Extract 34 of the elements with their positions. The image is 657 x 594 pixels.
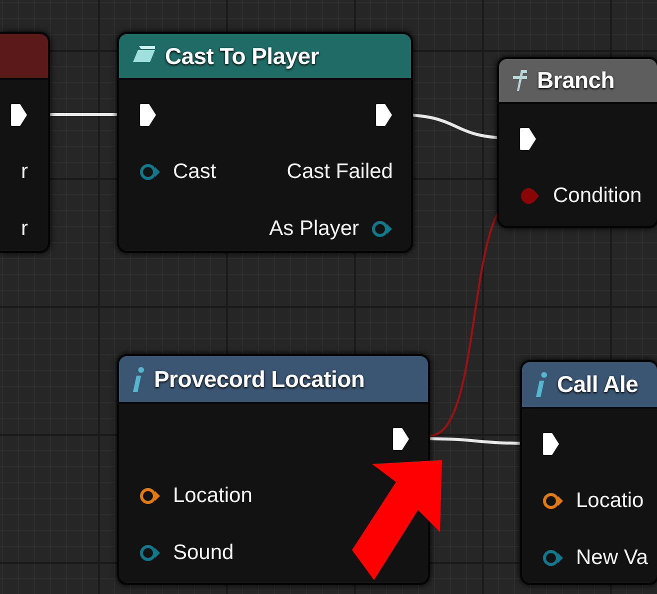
pin-label: Sound [173, 540, 234, 566]
data-pin[interactable] [139, 162, 161, 182]
exec-pin[interactable] [139, 102, 157, 126]
pin-label: As Player [269, 216, 359, 242]
node-title: Provecord Location [154, 364, 365, 394]
exec-pin[interactable] [392, 426, 410, 450]
pin-label: Condition [553, 182, 642, 209]
data-pin[interactable] [542, 548, 564, 568]
exec-pin[interactable] [10, 102, 28, 126]
pin-label: r [21, 158, 28, 185]
info-icon [133, 366, 144, 392]
node-title: Cast To Player [165, 42, 319, 71]
data-pin[interactable] [139, 486, 161, 506]
node-title: Branch [537, 66, 614, 96]
node-card[interactable]: Branch Condition [497, 57, 657, 228]
pin-label: Location [173, 482, 252, 509]
info-icon [536, 372, 547, 397]
exec-pin[interactable] [519, 126, 537, 150]
exec-pin[interactable] [375, 102, 393, 126]
pin-label: Locatio [576, 488, 644, 514]
node-card[interactable]: r r [0, 32, 50, 253]
node-card[interactable]: Cast To Player Cast Cast Failed As Player [117, 32, 413, 253]
data-pin[interactable] [139, 542, 161, 562]
data-pin[interactable] [542, 490, 564, 510]
node-title: Call Ale [557, 370, 638, 400]
node-card[interactable]: Provecord Location Location Sound [117, 354, 430, 585]
node-card[interactable]: Call Ale Locatio New Va [520, 360, 657, 585]
pin-label: New Va [576, 544, 648, 571]
function-icon [513, 70, 527, 91]
pin-label: r [21, 216, 28, 242]
pin-label: Cast [173, 158, 216, 185]
pin-label: Cast Failed [286, 158, 393, 185]
exec-pin[interactable] [542, 432, 560, 456]
data-pin[interactable] [371, 218, 393, 238]
